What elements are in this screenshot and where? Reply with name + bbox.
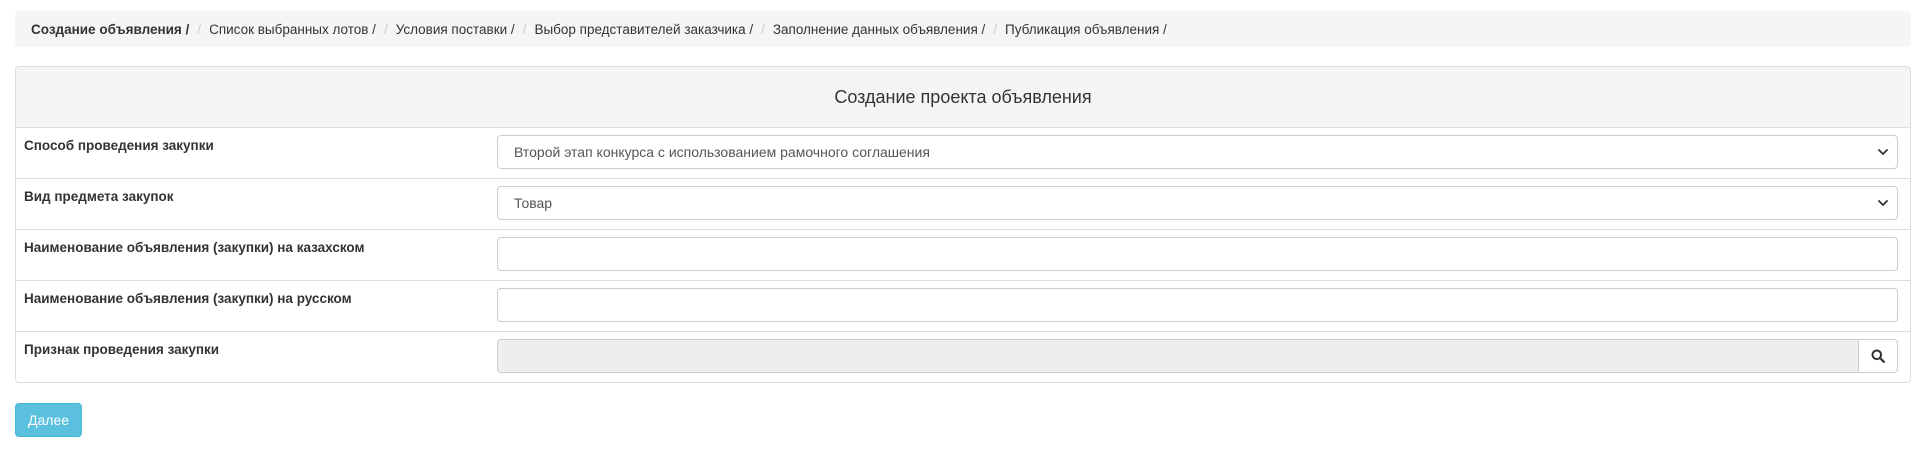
form-row-name-russian: Наименование объявления (закупки) на рус… (16, 281, 1910, 332)
breadcrumb-separator: / (993, 21, 998, 37)
procurement-method-label: Способ проведения закупки (24, 138, 214, 153)
breadcrumb-separator: / (383, 21, 388, 37)
subject-type-value: Товар (514, 195, 553, 211)
form-row-procurement-attribute: Признак проведения закупки (16, 332, 1910, 382)
procurement-attribute-group (497, 339, 1898, 373)
chevron-down-icon (1878, 200, 1888, 206)
breadcrumb-item-delivery-terms[interactable]: Условия поставки / (396, 22, 515, 37)
procurement-method-value: Второй этап конкурса с использованием ра… (514, 144, 930, 160)
breadcrumb-item-selected-lots[interactable]: Список выбранных лотов / (209, 22, 376, 37)
procurement-method-select[interactable]: Второй этап конкурса с использованием ра… (497, 135, 1898, 169)
procurement-attribute-label: Признак проведения закупки (24, 342, 220, 357)
breadcrumb-item-publication[interactable]: Публикация объявления / (1005, 22, 1167, 37)
breadcrumb-item-customer-representatives[interactable]: Выбор представителей заказчика / (534, 22, 753, 37)
breadcrumb: Создание объявления / / Список выбранных… (15, 11, 1911, 47)
chevron-down-icon (1878, 149, 1888, 155)
subject-type-select[interactable]: Товар (497, 186, 1898, 220)
name-kazakh-input[interactable] (497, 237, 1898, 271)
panel-title: Создание проекта объявления (16, 67, 1910, 128)
form-row-name-kazakh: Наименование объявления (закупки) на каз… (16, 230, 1910, 281)
breadcrumb-item-announcement-data[interactable]: Заполнение данных объявления / (773, 22, 985, 37)
create-announcement-panel: Создание проекта объявления Способ прове… (15, 66, 1911, 383)
breadcrumb-separator: / (522, 21, 527, 37)
procurement-attribute-input (497, 339, 1858, 373)
name-russian-input[interactable] (497, 288, 1898, 322)
breadcrumb-item-create-announcement[interactable]: Создание объявления / (31, 22, 189, 37)
breadcrumb-separator: / (197, 21, 202, 37)
form-row-procurement-method: Способ проведения закупки Второй этап ко… (16, 128, 1910, 179)
breadcrumb-separator: / (761, 21, 765, 37)
next-button[interactable]: Далее (15, 403, 82, 437)
search-icon (1871, 349, 1885, 363)
name-russian-label: Наименование объявления (закупки) на рус… (24, 291, 352, 306)
form-row-subject-type: Вид предмета закупок Товар (16, 179, 1910, 230)
procurement-attribute-search-button[interactable] (1858, 339, 1898, 373)
subject-type-label: Вид предмета закупок (24, 189, 174, 204)
name-kazakh-label: Наименование объявления (закупки) на каз… (24, 240, 365, 255)
